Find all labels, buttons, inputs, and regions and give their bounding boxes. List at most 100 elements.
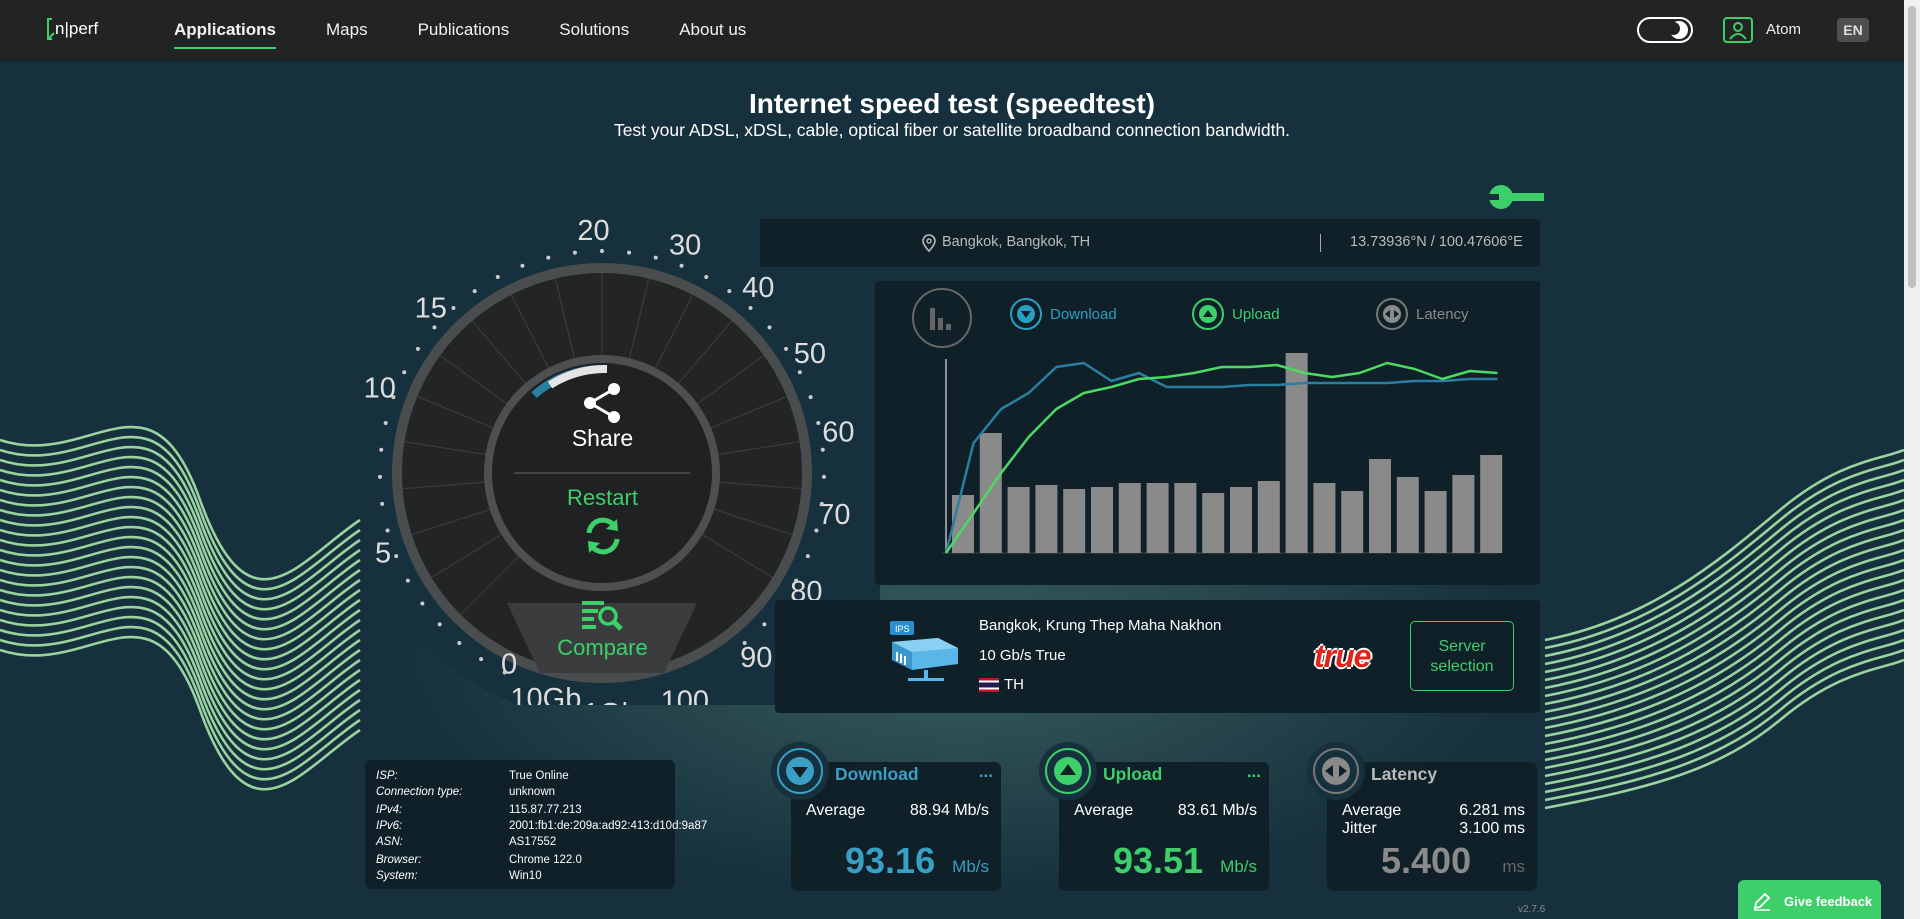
gauge-tick [748, 306, 753, 311]
gauge-tick [727, 289, 732, 294]
download-arrow-icon [777, 748, 823, 794]
server-country: TH [979, 676, 1024, 693]
gauge-scale-label: 1Gb [583, 698, 638, 705]
chart-bar [1202, 493, 1225, 553]
compare-icon [582, 601, 623, 631]
scrollbar[interactable] [1904, 0, 1920, 919]
server-panel: IPS Bangkok, Krung Thep Maha Nakhon 10 G… [775, 600, 1540, 713]
gauge-tick [820, 447, 825, 452]
share-button[interactable]: Share [540, 375, 665, 451]
latency-result-card: Latency Average 6.281 ms Jitter 3.100 ms… [1307, 742, 1537, 891]
chart-bar [1174, 483, 1197, 553]
refresh-icon [586, 517, 620, 555]
download-more-button[interactable]: ... [979, 762, 993, 782]
latency-jitter-value: 3.100 ms [1459, 820, 1525, 837]
gauge-tick [808, 395, 813, 400]
gauge-tick [402, 370, 407, 375]
restart-label: Restart [567, 485, 638, 510]
chart-bar [1257, 481, 1280, 553]
info-row-connection-type: Connection type: unknown [376, 786, 556, 798]
divider [1320, 234, 1321, 252]
chart-panel: Download Upload Latency [875, 281, 1540, 585]
chart-bar [1035, 485, 1058, 553]
gauge-tick [794, 578, 799, 583]
gauge-tick [797, 370, 802, 375]
info-row-system: System: Win10 [376, 870, 542, 882]
latency-unit: ms [1502, 857, 1525, 876]
feedback-label: Give feedback [1784, 894, 1873, 909]
info-row-ipv6: IPv6: 2001:fb1:de:209a:ad92:413:d10d:9a87 [376, 820, 708, 832]
gauge-scale-label: 40 [742, 272, 774, 304]
gauge-tick [627, 250, 632, 255]
pencil-icon [1753, 892, 1771, 911]
location-city: Bangkok, Bangkok, TH [942, 234, 1091, 250]
gauge-tick [420, 601, 425, 606]
gauge-tick [572, 250, 577, 255]
gauge-scale-label: 20 [577, 215, 609, 247]
speed-chart [942, 353, 1503, 554]
gauge-tick [391, 395, 396, 400]
gauge-scale-label: 5 [375, 538, 391, 570]
gauge-tick [762, 622, 767, 627]
share-icon [584, 383, 620, 423]
gauge-tick [704, 274, 709, 279]
upload-arrow-icon [1045, 748, 1091, 794]
gauge-tick [385, 528, 390, 533]
page-title: Internet speed test (speedtest) [748, 88, 1156, 119]
gauge-tick [495, 274, 500, 279]
compare-button[interactable]: Compare [520, 595, 685, 660]
chart-bar [1118, 483, 1141, 553]
gauge-tick [432, 325, 437, 330]
give-feedback-button[interactable]: Give feedback [1738, 880, 1881, 919]
gauge-scale-label: 90 [740, 642, 772, 674]
svg-text:IPS: IPS [895, 624, 910, 634]
upload-more-button[interactable]: ... [1247, 762, 1261, 782]
chart-bar [1369, 459, 1391, 553]
gauge-scale-label: 10Gb [510, 683, 581, 705]
gauge-tick [502, 670, 507, 675]
chart-bar [1146, 483, 1169, 553]
wrench-icon[interactable] [1488, 183, 1544, 211]
latency-average-label: Average [1342, 802, 1402, 819]
latency-value: 5.400 [1381, 840, 1472, 881]
upload-result-card: Upload ... Average 83.61 Mb/s 93.51 Mb/s [1039, 742, 1269, 891]
latency-icon [1313, 748, 1359, 794]
download-average-label: Average [806, 802, 866, 819]
download-value: 93.16 [845, 840, 936, 881]
gauge-tick [451, 306, 456, 311]
share-label: Share [571, 425, 634, 451]
thailand-flag-icon [979, 677, 999, 692]
upload-average-label: Average [1074, 802, 1134, 819]
chart-bar [1063, 489, 1086, 553]
server-icon: IPS [890, 621, 958, 681]
upload-value: 93.51 [1113, 840, 1204, 881]
gauge-tick [653, 255, 658, 260]
chart-bar [1313, 483, 1336, 553]
chart-bar [1452, 475, 1475, 553]
map-pin-icon [922, 234, 936, 252]
latency-title: Latency [1371, 764, 1438, 784]
gauge-tick [814, 528, 819, 533]
gauge-scale-label: 60 [822, 416, 854, 448]
chart-bar [1480, 455, 1503, 553]
gauge-scale-label: 10 [364, 373, 396, 405]
gauge-tick [600, 249, 604, 253]
latency-average-value: 6.281 ms [1459, 802, 1525, 819]
info-row-browser: Browser: Chrome 122.0 [376, 854, 582, 866]
gauge-tick [383, 421, 388, 426]
gauge-tick [819, 501, 824, 506]
gauge-scale-label: 30 [669, 230, 701, 262]
download-title: Download [835, 764, 919, 784]
chart-bar [1230, 487, 1252, 553]
gauge-scale-label: 100 [661, 685, 709, 705]
gauge-tick [405, 578, 410, 583]
gauge-tick [437, 622, 442, 627]
gauge-tick [520, 263, 525, 268]
latency-jitter-label: Jitter [1342, 820, 1377, 837]
server-selection-button[interactable]: Server selection [1410, 621, 1514, 691]
chart-bar [1007, 487, 1030, 553]
provider-logo: true [1314, 638, 1371, 674]
info-row-ipv4: IPv4: 115.87.77.213 [376, 804, 582, 816]
restart-button[interactable]: Restart [540, 485, 665, 560]
gauge-tick [378, 474, 383, 479]
